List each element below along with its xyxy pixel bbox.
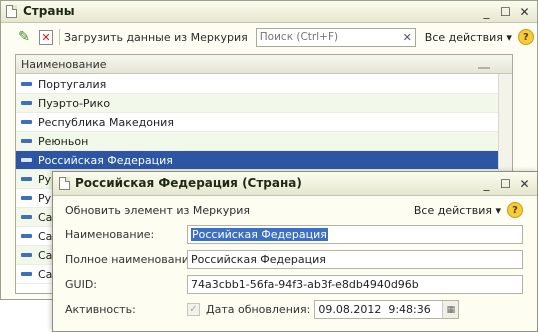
list-item-label: Са: [38, 248, 53, 262]
calendar-icon[interactable]: ▦: [442, 301, 459, 318]
list-item[interactable]: Пуэрто-Рико: [16, 94, 498, 113]
full-name-value: Российская Федерация: [191, 253, 326, 266]
guid-row: GUID: 74a3cbb1-56fa-94f3-ab3f-e8db4940d9…: [65, 275, 523, 294]
update-from-mercury-button[interactable]: Обновить элемент из Меркурия: [65, 204, 250, 217]
list-item-label: Са: [38, 229, 53, 243]
guid-value: 74a3cbb1-56fa-94f3-ab3f-e8db4940d96b: [191, 278, 419, 291]
item-icon: [21, 215, 32, 219]
list-item-label: Пуэрто-Рико: [38, 96, 111, 110]
item-icon: [21, 101, 32, 105]
list-item[interactable]: Португалия: [16, 75, 498, 94]
list-item[interactable]: Российская Федерация: [16, 151, 498, 170]
item-icon: [21, 82, 32, 86]
sort-icon: [478, 59, 490, 69]
countries-titlebar[interactable]: Страны _ ☐ ✕: [1, 1, 537, 23]
active-checkbox[interactable]: ✓: [187, 303, 200, 316]
column-header-label: Наименование: [21, 57, 107, 71]
clear-search-icon[interactable]: ✕: [403, 31, 412, 44]
item-icon: [21, 272, 32, 276]
update-date-field[interactable]: 09.08.2012 9:48:36 ▦: [314, 300, 460, 319]
country-dialog: Российская Федерация (Страна) _ ☐ ✕ Обно…: [52, 171, 538, 332]
item-icon: [21, 158, 32, 162]
item-icon: [21, 120, 32, 124]
list-item-label: Российская Федерация: [38, 153, 173, 167]
document-icon: [59, 177, 70, 190]
list-item-label: Ру: [38, 172, 52, 186]
column-header-name[interactable]: Наименование: [16, 55, 512, 74]
item-icon: [21, 177, 32, 181]
name-label: Наименование:: [65, 228, 155, 241]
guid-field[interactable]: 74a3cbb1-56fa-94f3-ab3f-e8db4940d96b: [187, 275, 523, 294]
item-icon: [21, 253, 32, 257]
search-input[interactable]: [256, 30, 397, 44]
dialog-minimize-button[interactable]: _: [478, 176, 495, 192]
list-item-label: Ру: [38, 191, 52, 205]
dialog-maximize-button[interactable]: ☐: [497, 176, 514, 192]
load-from-mercury-button[interactable]: Загрузить данные из Меркурия: [64, 31, 248, 44]
dialog-close-button[interactable]: ✕: [516, 176, 533, 192]
item-icon: [21, 196, 32, 200]
close-button[interactable]: ✕: [516, 4, 533, 20]
dialog-titlebar[interactable]: Российская Федерация (Страна) _ ☐ ✕: [53, 172, 537, 196]
name-value: Российская Федерация: [191, 228, 328, 241]
all-actions-menu[interactable]: Все действия ▾: [425, 31, 512, 44]
list-item-label: Са: [38, 267, 53, 281]
list-item[interactable]: Республика Македония: [16, 113, 498, 132]
window-title: Страны: [23, 4, 75, 18]
name-row: Наименование: Российская Федерация: [65, 225, 523, 244]
dialog-all-actions-menu[interactable]: Все действия ▾: [414, 204, 501, 217]
search-field[interactable]: ✕: [255, 27, 416, 47]
list-item-label: Са: [38, 210, 53, 224]
edit-button[interactable]: ✎: [15, 28, 33, 46]
name-field[interactable]: Российская Федерация: [187, 225, 523, 244]
toolbar-separator: [59, 29, 60, 45]
dialog-help-icon[interactable]: ?: [507, 202, 523, 218]
list-item-label: Республика Македония: [38, 115, 174, 129]
maximize-button[interactable]: ☐: [497, 4, 514, 20]
full-name-field[interactable]: Российская Федерация: [187, 250, 523, 269]
help-icon[interactable]: ?: [517, 29, 534, 45]
update-date-value: 09.08.2012 9:48:36: [318, 303, 431, 316]
countries-toolbar: ✎ ✕ Загрузить данные из Меркурия ✕ Все д…: [1, 24, 537, 50]
minimize-button[interactable]: _: [478, 4, 495, 20]
item-icon: [21, 234, 32, 238]
list-item-label: Португалия: [38, 77, 107, 91]
pencil-icon: ✎: [18, 29, 30, 45]
active-label: Активность:: [65, 303, 136, 316]
delete-button[interactable]: ✕: [37, 28, 55, 46]
dialog-toolbar: Обновить элемент из Меркурия Все действи…: [53, 197, 537, 223]
guid-label: GUID:: [65, 278, 97, 291]
activity-row: Активность: ✓ Дата обновления: 09.08.201…: [65, 300, 523, 319]
delete-icon: ✕: [39, 29, 53, 45]
full-name-label: Полное наименование:: [65, 253, 200, 266]
list-item-label: Реюньон: [38, 134, 89, 148]
update-date-label: Дата обновления:: [206, 303, 311, 316]
list-item[interactable]: Реюньон: [16, 132, 498, 151]
dialog-title: Российская Федерация (Страна): [75, 176, 302, 190]
full-name-row: Полное наименование: Российская Федераци…: [65, 250, 523, 269]
document-icon: [6, 5, 17, 18]
item-icon: [21, 139, 32, 143]
